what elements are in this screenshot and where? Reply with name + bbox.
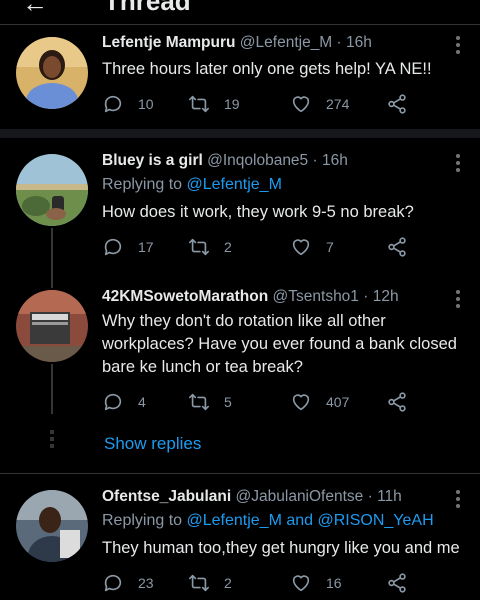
arrow-left-icon[interactable]: ← bbox=[22, 0, 48, 19]
heart-icon bbox=[292, 575, 310, 592]
mention-link[interactable]: @Lefentje_M bbox=[187, 176, 282, 193]
tweet-42kmsoweto[interactable]: 42KMSowetoMarathon @Tsentsho1 · 12h Why … bbox=[0, 268, 480, 473]
retweet-icon bbox=[189, 393, 209, 411]
tweet-actions: 4 5 407 bbox=[102, 390, 422, 414]
page-title: Thread bbox=[104, 0, 191, 16]
retweet-button[interactable]: 2 bbox=[188, 235, 232, 259]
more-options-icon[interactable] bbox=[456, 36, 460, 57]
share-button[interactable] bbox=[386, 235, 408, 259]
like-count: 407 bbox=[326, 394, 350, 410]
retweet-count: 2 bbox=[224, 575, 232, 591]
show-replies-link[interactable]: Show replies bbox=[104, 434, 201, 454]
avatar[interactable] bbox=[16, 154, 88, 226]
display-name[interactable]: Bluey is a girl bbox=[102, 152, 203, 169]
tweet-header: Ofentse_Jabulani @JabulaniOfentse · 11h bbox=[102, 488, 402, 506]
like-button[interactable]: 274 bbox=[290, 92, 349, 116]
replying-to-label: Replying to bbox=[102, 512, 187, 529]
tweet-text: Why they don't do rotation like all othe… bbox=[102, 312, 457, 376]
handle[interactable]: @JabulaniOfentse bbox=[236, 488, 364, 505]
reply-icon bbox=[104, 95, 122, 113]
more-options-icon[interactable] bbox=[456, 290, 460, 311]
section-separator bbox=[0, 129, 480, 138]
reply-count: 4 bbox=[138, 394, 146, 410]
replying-to: Replying to @Lefentje_M bbox=[102, 176, 282, 194]
retweet-count: 5 bbox=[224, 394, 232, 410]
timestamp[interactable]: · 16h bbox=[337, 34, 372, 51]
like-button[interactable]: 7 bbox=[290, 235, 334, 259]
retweet-icon bbox=[189, 574, 209, 592]
reply-button[interactable]: 23 bbox=[102, 571, 154, 595]
tweet-ofentse[interactable]: Ofentse_Jabulani @JabulaniOfentse · 11h … bbox=[0, 474, 480, 600]
reply-count: 23 bbox=[138, 575, 154, 591]
tweet-actions: 23 2 16 bbox=[102, 571, 422, 595]
reply-button[interactable]: 10 bbox=[102, 92, 154, 116]
heart-icon bbox=[292, 239, 310, 256]
share-icon bbox=[388, 392, 406, 412]
reply-button[interactable]: 17 bbox=[102, 235, 154, 259]
like-button[interactable]: 407 bbox=[290, 390, 349, 414]
like-button[interactable]: 16 bbox=[290, 571, 342, 595]
handle[interactable]: @Tsentsho1 bbox=[273, 288, 359, 305]
heart-icon bbox=[292, 394, 310, 411]
retweet-button[interactable]: 5 bbox=[188, 390, 232, 414]
handle[interactable]: @Lefentje_M bbox=[240, 34, 332, 51]
retweet-icon bbox=[189, 238, 209, 256]
display-name[interactable]: Ofentse_Jabulani bbox=[102, 488, 231, 505]
replying-to-label: Replying to bbox=[102, 176, 187, 193]
tweet-text: Three hours later only one gets help! YA… bbox=[102, 60, 432, 78]
tweet-bluey[interactable]: Bluey is a girl @Inqolobane5 · 16h Reply… bbox=[0, 138, 480, 268]
share-button[interactable] bbox=[386, 571, 408, 595]
tweet-header: Bluey is a girl @Inqolobane5 · 16h bbox=[102, 152, 348, 170]
share-icon bbox=[388, 94, 406, 114]
reply-count: 17 bbox=[138, 239, 154, 255]
replying-to: Replying to @Lefentje_M and @RISON_YeAH bbox=[102, 512, 434, 530]
reply-icon bbox=[104, 393, 122, 411]
avatar[interactable] bbox=[16, 37, 88, 109]
tweet-actions: 10 19 274 bbox=[102, 92, 422, 116]
reply-icon bbox=[104, 574, 122, 592]
like-count: 16 bbox=[326, 575, 342, 591]
mention-link[interactable]: @Lefentje_M and @RISON_YeAH bbox=[187, 512, 434, 529]
thread-line bbox=[51, 228, 53, 268]
heart-icon bbox=[292, 96, 310, 113]
avatar[interactable] bbox=[16, 290, 88, 362]
more-options-icon[interactable] bbox=[456, 154, 460, 175]
avatar[interactable] bbox=[16, 490, 88, 562]
retweet-button[interactable]: 19 bbox=[188, 92, 240, 116]
tweet-actions: 17 2 7 bbox=[102, 235, 422, 259]
tweet-text: How does it work, they work 9-5 no break… bbox=[102, 203, 414, 221]
reply-icon bbox=[104, 238, 122, 256]
reply-count: 10 bbox=[138, 96, 154, 112]
handle[interactable]: @Inqolobane5 bbox=[207, 152, 308, 169]
share-icon bbox=[388, 237, 406, 257]
thread-dots bbox=[50, 430, 54, 448]
retweet-icon bbox=[189, 95, 209, 113]
share-button[interactable] bbox=[386, 92, 408, 116]
top-bar: ← Thread bbox=[0, 0, 480, 24]
retweet-button[interactable]: 2 bbox=[188, 571, 232, 595]
timestamp[interactable]: · 12h bbox=[363, 288, 398, 305]
like-count: 274 bbox=[326, 96, 350, 112]
timestamp[interactable]: · 11h bbox=[368, 488, 402, 505]
tweet-lefentje[interactable]: Lefentje Mampuru @Lefentje_M · 16h Three… bbox=[0, 25, 480, 129]
thread-line bbox=[51, 268, 53, 288]
share-button[interactable] bbox=[386, 390, 408, 414]
timestamp[interactable]: · 16h bbox=[313, 152, 348, 169]
retweet-count: 2 bbox=[224, 239, 232, 255]
tweet-header: Lefentje Mampuru @Lefentje_M · 16h bbox=[102, 34, 372, 52]
tweet-text: They human too,they get hungry like you … bbox=[102, 539, 460, 557]
display-name[interactable]: 42KMSowetoMarathon bbox=[102, 288, 268, 305]
tweet-header: 42KMSowetoMarathon @Tsentsho1 · 12h bbox=[102, 288, 399, 306]
share-icon bbox=[388, 573, 406, 593]
like-count: 7 bbox=[326, 239, 334, 255]
display-name[interactable]: Lefentje Mampuru bbox=[102, 34, 235, 51]
retweet-count: 19 bbox=[224, 96, 240, 112]
thread-line bbox=[51, 364, 53, 414]
more-options-icon[interactable] bbox=[456, 490, 460, 511]
reply-button[interactable]: 4 bbox=[102, 390, 146, 414]
